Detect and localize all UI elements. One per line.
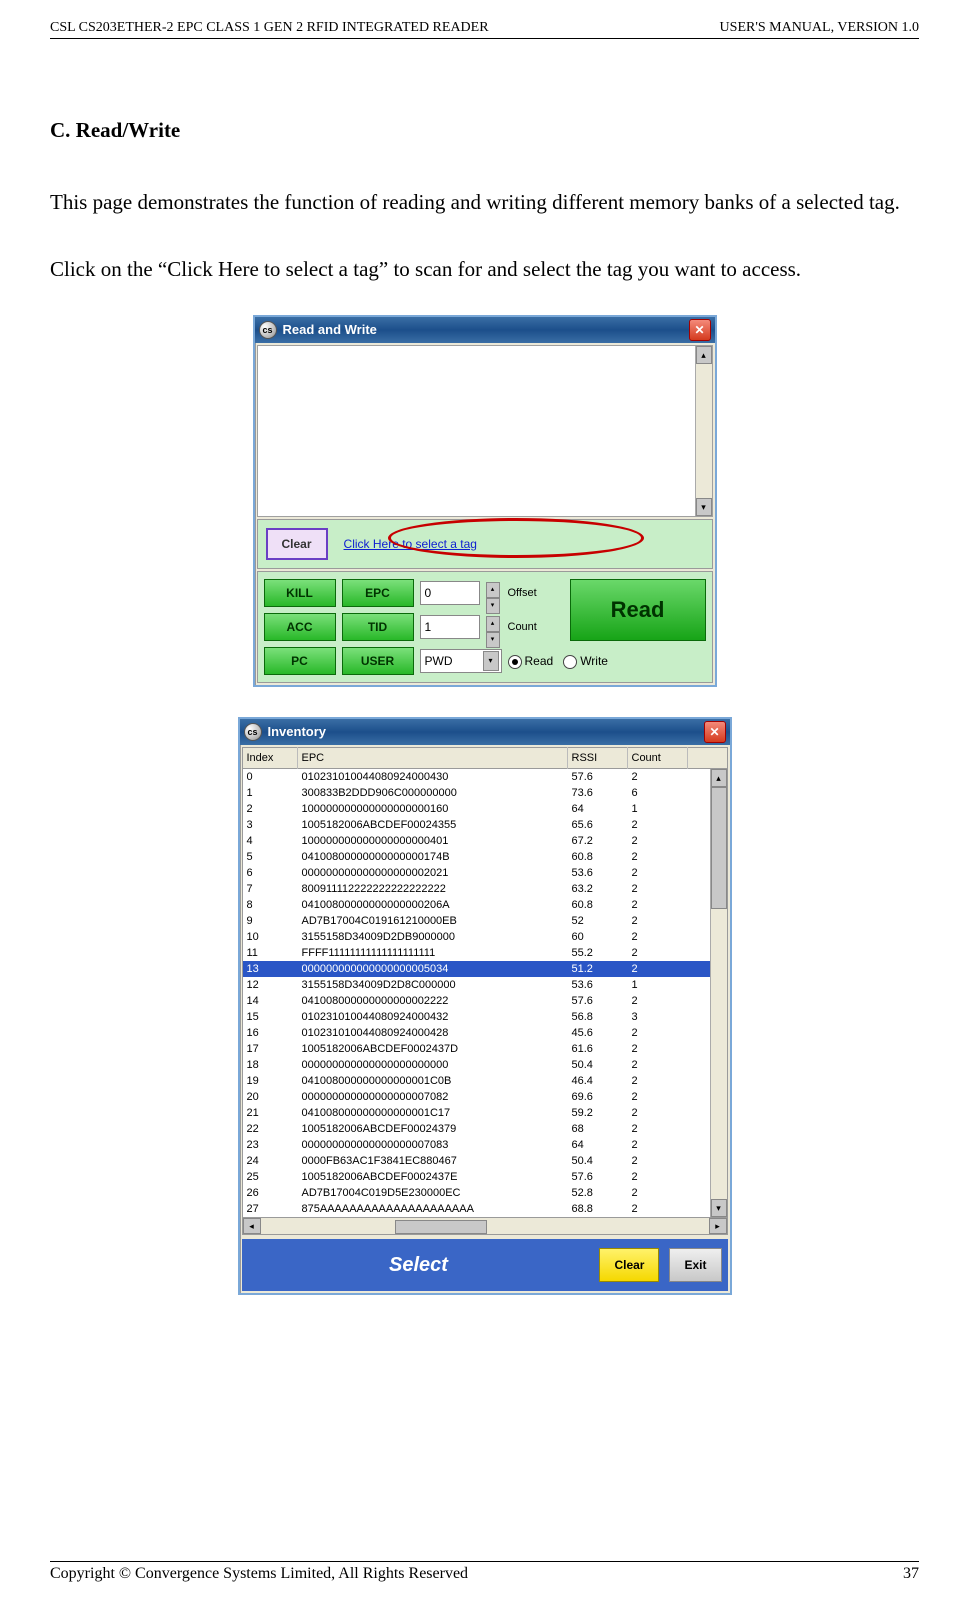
chevron-down-icon[interactable]: ▾	[483, 651, 499, 671]
read-write-window: cs Read and Write ✕ ▴ ▾ Clear Click Here…	[253, 315, 717, 687]
count-input[interactable]: 1	[420, 615, 480, 639]
window-title: Inventory	[268, 719, 327, 745]
clear-button[interactable]: Clear	[599, 1248, 659, 1282]
header-right: USER'S MANUAL, VERSION 1.0	[720, 20, 919, 36]
footer-page-number: 37	[903, 1565, 919, 1583]
page-footer: Copyright © Convergence Systems Limited,…	[50, 1561, 919, 1583]
pwd-combo[interactable]: PWD ▾	[420, 649, 502, 673]
select-tag-link[interactable]: Click Here to select a tag	[344, 532, 477, 556]
chevron-up-icon[interactable]: ▴	[486, 582, 500, 598]
table-body: 001023101004408092400043057.621300833B2D…	[242, 769, 728, 1218]
horizontal-scrollbar[interactable]: ◂ ▸	[242, 1218, 728, 1235]
scroll-down-icon[interactable]: ▾	[711, 1199, 727, 1217]
scroll-right-icon[interactable]: ▸	[709, 1218, 727, 1234]
select-tag-bar: Clear Click Here to select a tag	[257, 519, 713, 569]
output-area: ▴ ▾	[257, 345, 713, 517]
offset-spinner[interactable]: ▴▾	[486, 582, 500, 604]
inventory-bottom-bar: Select Clear Exit	[242, 1239, 728, 1291]
radio-dot-icon	[508, 655, 522, 669]
scroll-up-icon[interactable]: ▴	[711, 769, 727, 787]
kill-button[interactable]: KILL	[264, 579, 336, 607]
cell: 2	[628, 1198, 688, 1220]
radio-write[interactable]: Write	[563, 649, 608, 673]
count-spinner[interactable]: ▴▾	[486, 616, 500, 638]
combo-value: PWD	[425, 649, 453, 673]
controls-panel: KILL EPC 0 ▴▾ Offset Read ACC TID 1 ▴▾ C…	[257, 571, 713, 683]
count-label: Count	[508, 616, 558, 638]
scroll-down-icon[interactable]: ▾	[696, 498, 712, 516]
rw-radios: Read Write	[508, 649, 706, 673]
titlebar: cs Read and Write ✕	[255, 317, 715, 343]
footer-copyright: Copyright © Convergence Systems Limited,…	[50, 1565, 468, 1583]
app-icon: cs	[244, 723, 262, 741]
chevron-up-icon[interactable]: ▴	[486, 616, 500, 632]
paragraph-2: Click on the “Click Here to select a tag…	[50, 248, 919, 290]
cell: 875AAAAAAAAAAAAAAAAAAAAA	[298, 1198, 568, 1220]
scroll-track[interactable]	[261, 1219, 709, 1233]
cell: 68.8	[568, 1198, 628, 1220]
chevron-down-icon[interactable]: ▾	[486, 598, 500, 614]
acc-button[interactable]: ACC	[264, 613, 336, 641]
vertical-scrollbar[interactable]: ▴ ▾	[695, 346, 712, 516]
offset-label: Offset	[508, 582, 558, 604]
radio-dot-icon	[563, 655, 577, 669]
scroll-left-icon[interactable]: ◂	[243, 1218, 261, 1234]
table-row[interactable]: 27875AAAAAAAAAAAAAAAAAAAAA68.82	[243, 1201, 727, 1217]
pc-button[interactable]: PC	[264, 647, 336, 675]
read-button[interactable]: Read	[570, 579, 706, 641]
close-icon[interactable]: ✕	[689, 319, 711, 341]
epc-button[interactable]: EPC	[342, 579, 414, 607]
clear-button[interactable]: Clear	[266, 528, 328, 560]
tid-button[interactable]: TID	[342, 613, 414, 641]
header-left: CSL CS203ETHER-2 EPC CLASS 1 GEN 2 RFID …	[50, 20, 489, 36]
window-title: Read and Write	[283, 317, 377, 343]
select-button[interactable]: Select	[248, 1245, 590, 1285]
close-icon[interactable]: ✕	[704, 721, 726, 743]
scroll-up-icon[interactable]: ▴	[696, 346, 712, 364]
vertical-scrollbar[interactable]: ▴ ▾	[710, 769, 727, 1217]
page-header: CSL CS203ETHER-2 EPC CLASS 1 GEN 2 RFID …	[50, 20, 919, 39]
paragraph-1: This page demonstrates the function of r…	[50, 181, 919, 223]
chevron-down-icon[interactable]: ▾	[486, 632, 500, 648]
section-title: C. Read/Write	[50, 109, 919, 151]
exit-button[interactable]: Exit	[669, 1248, 721, 1282]
offset-input[interactable]: 0	[420, 581, 480, 605]
scroll-thumb[interactable]	[395, 1220, 487, 1234]
inventory-window: cs Inventory ✕ Index EPC RSSI Count 0010…	[238, 717, 732, 1295]
app-icon: cs	[259, 321, 277, 339]
titlebar: cs Inventory ✕	[240, 719, 730, 745]
scroll-thumb[interactable]	[711, 787, 727, 909]
radio-read[interactable]: Read	[508, 649, 554, 673]
user-button[interactable]: USER	[342, 647, 414, 675]
